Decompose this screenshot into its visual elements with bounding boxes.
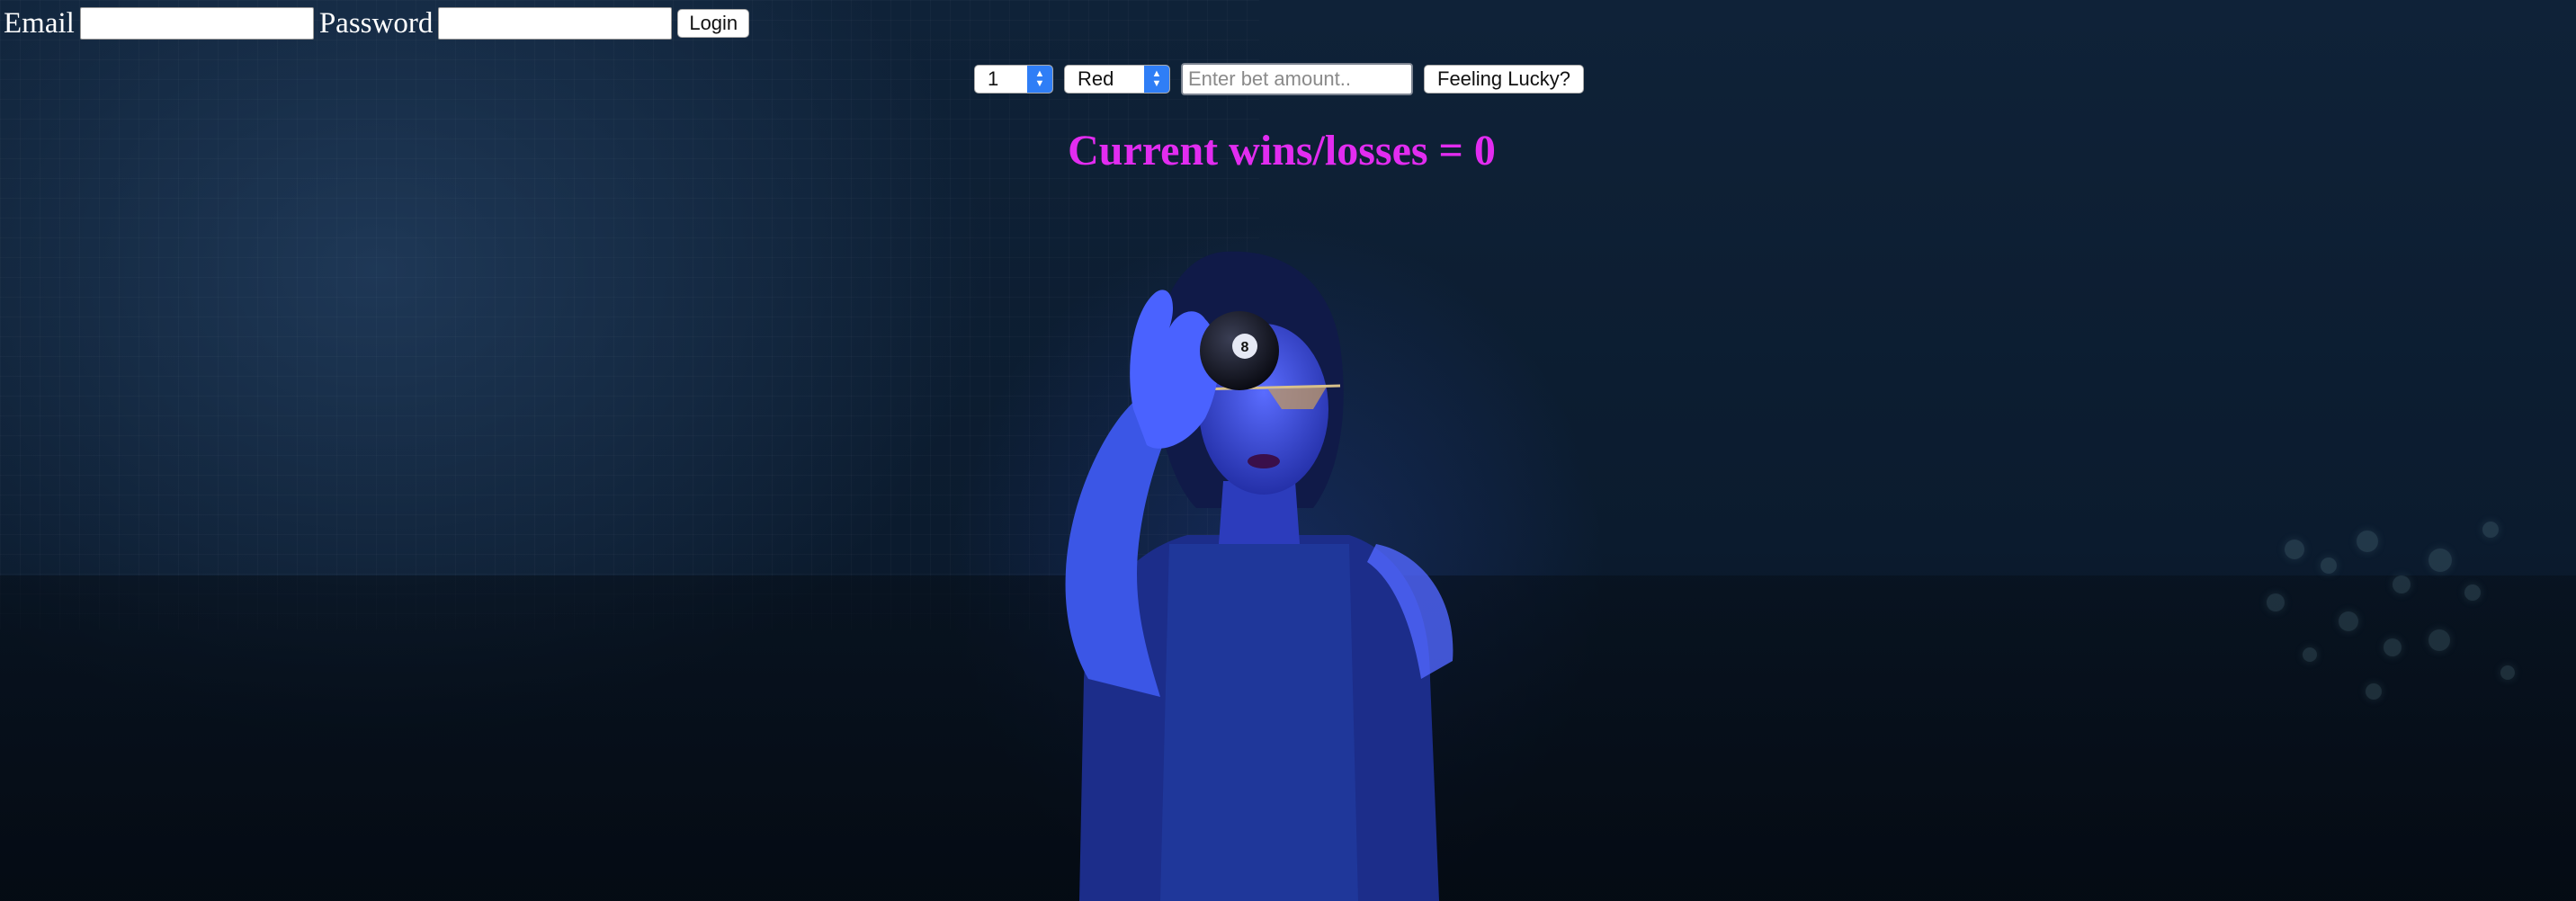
woman-with-eight-ball-photo: 8 [1065,251,1453,901]
svg-text:8: 8 [1241,340,1249,355]
email-field[interactable] [79,7,314,40]
number-select-value: 1 [988,67,999,90]
login-button[interactable]: Login [677,9,750,38]
email-label: Email [4,6,75,40]
select-arrows-icon: ▲ ▼ [1144,66,1169,93]
color-select[interactable]: Red ▲ ▼ [1064,65,1170,94]
login-form: Email Password Login [4,5,750,41]
select-arrows-icon: ▲ ▼ [1027,66,1052,93]
password-field[interactable] [438,7,673,40]
color-select-value: Red [1078,67,1114,90]
feeling-lucky-button[interactable]: Feeling Lucky? [1424,65,1584,94]
bet-controls: 1 ▲▼ Red ▲▼ Feeling Lucky? [974,63,1584,95]
password-label: Password [318,6,434,40]
bet-amount-input[interactable] [1181,63,1413,95]
wins-losses-counter: Current wins/losses = 0 [1068,127,1496,174]
number-select[interactable]: 1 ▲ ▼ [974,65,1053,94]
